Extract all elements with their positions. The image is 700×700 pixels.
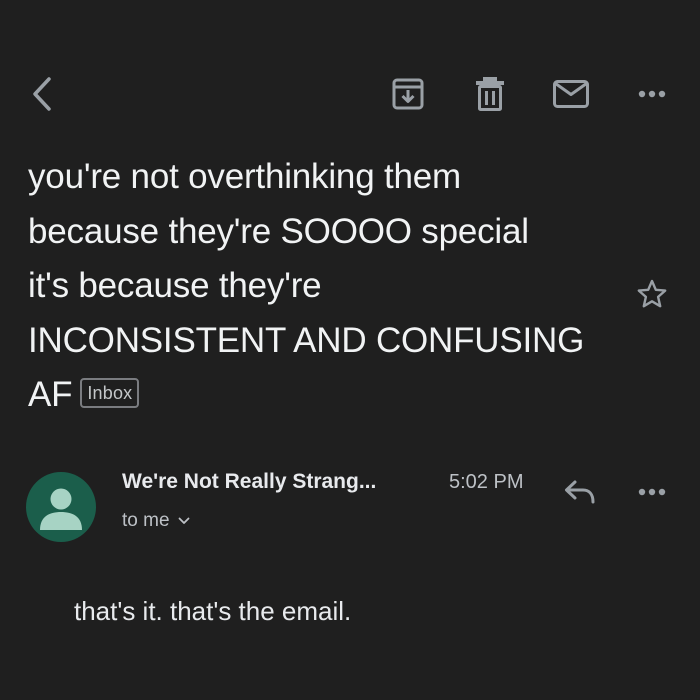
star-outline-icon xyxy=(637,279,667,308)
recipient-label: to me xyxy=(122,510,170,531)
reply-icon xyxy=(565,480,595,504)
email-subject: you're not overthinking them because the… xyxy=(28,150,618,423)
star-button[interactable] xyxy=(630,272,674,316)
subject-line: INCONSISTENT AND CONFUSING xyxy=(28,320,585,360)
trash-icon xyxy=(476,77,504,111)
recipient-details-toggle[interactable]: to me xyxy=(122,510,190,532)
more-horizontal-icon xyxy=(638,488,666,496)
avatar[interactable] xyxy=(26,472,96,542)
subject-line-last: AF Inbox xyxy=(28,368,618,423)
archive-icon xyxy=(392,78,424,110)
subject-line: because they're SOOOO special xyxy=(28,211,529,251)
chevron-down-icon xyxy=(178,517,189,524)
sender-name[interactable]: We're Not Really Strang... xyxy=(122,470,376,494)
subject-line: you're not overthinking them xyxy=(28,157,461,196)
back-button[interactable] xyxy=(22,72,62,116)
reply-button[interactable] xyxy=(558,470,602,514)
subject-line: AF xyxy=(28,375,73,414)
message-time: 5:02 PM xyxy=(449,471,524,493)
message-body: that's it. that's the email. xyxy=(74,596,352,626)
archive-button[interactable] xyxy=(386,72,430,116)
arrow-back-icon xyxy=(33,77,51,111)
person-icon xyxy=(40,488,82,530)
mail-icon xyxy=(553,80,589,108)
more-horizontal-icon xyxy=(638,90,666,98)
message-more-button[interactable] xyxy=(630,470,674,514)
inbox-label-badge[interactable]: Inbox xyxy=(80,377,140,408)
more-options-button[interactable] xyxy=(630,72,674,116)
subject-line: it's because they're xyxy=(28,266,322,305)
delete-button[interactable] xyxy=(468,72,512,116)
mark-unread-button[interactable] xyxy=(549,72,593,116)
